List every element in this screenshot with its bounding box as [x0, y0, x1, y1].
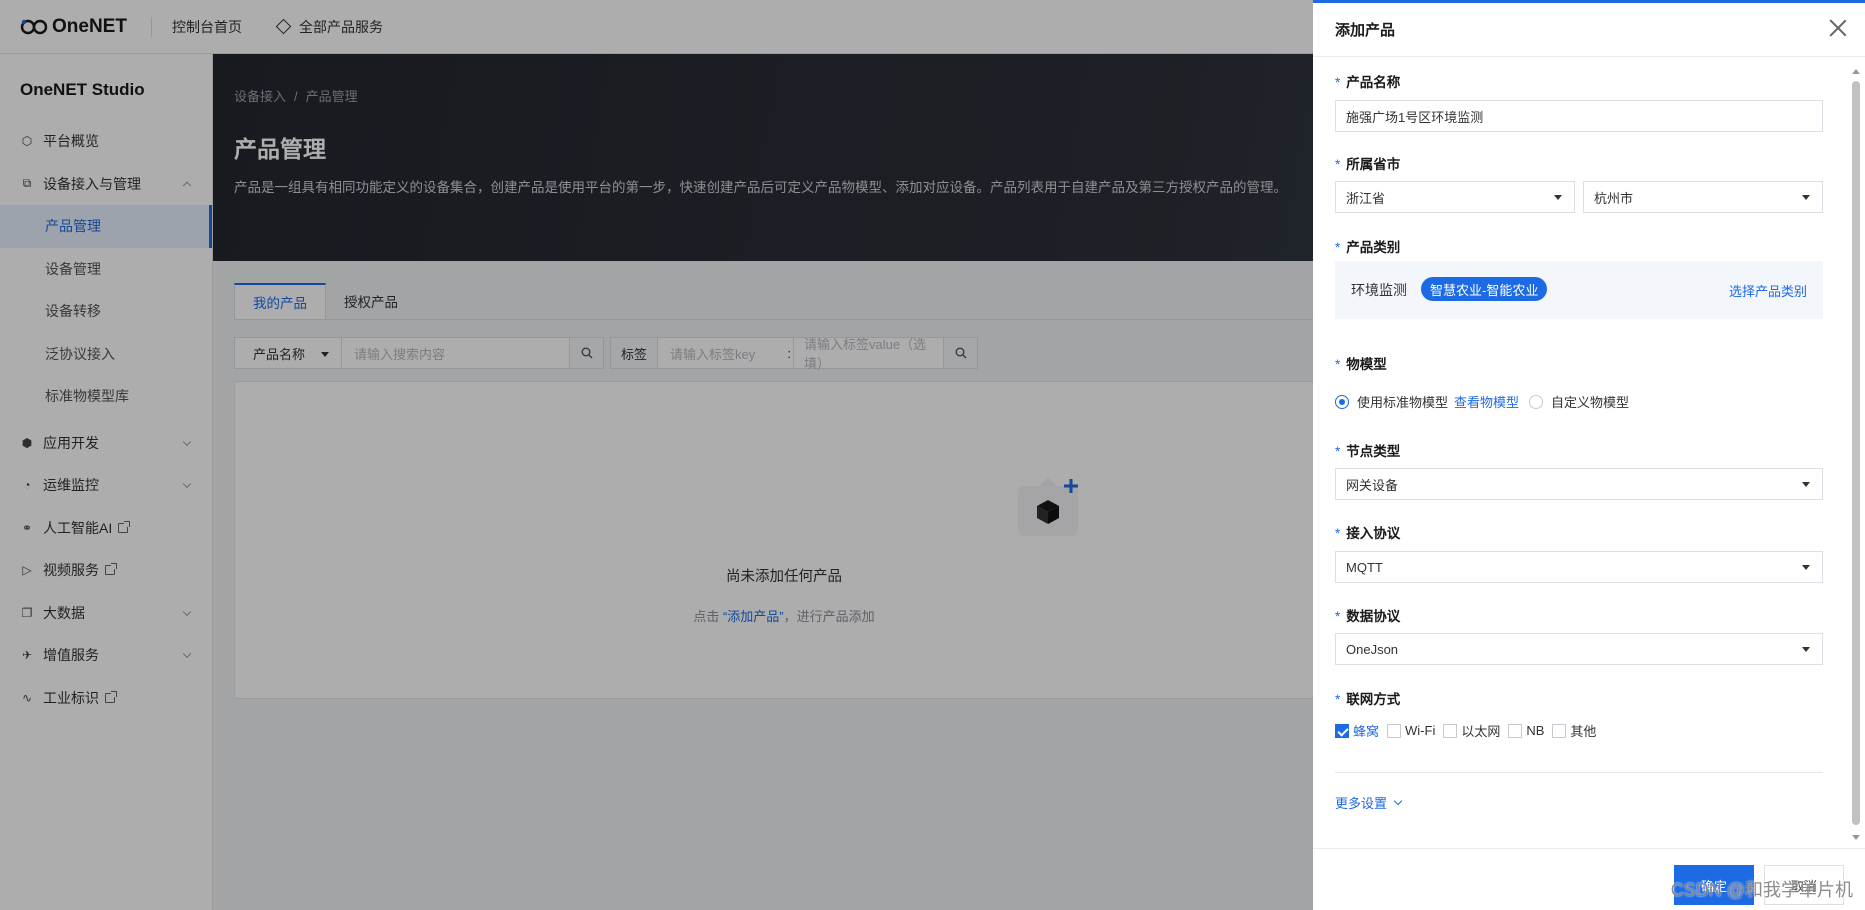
category-box: 环境监测 智慧农业-智能农业 选择产品类别 [1335, 261, 1823, 319]
data-protocol-select[interactable]: OneJson [1335, 633, 1823, 665]
region-label: * 所属省市 [1335, 157, 1401, 172]
province-select-value: 浙江省 [1346, 190, 1386, 206]
product-name-input[interactable]: 施强广场1号区环境监测 [1335, 100, 1823, 132]
city-select-value: 杭州市 [1594, 190, 1634, 206]
select-category-link[interactable]: 选择产品类别 [1729, 281, 1807, 300]
model-label: * 物模型 [1335, 357, 1387, 372]
chevron-down-icon [1393, 796, 1403, 806]
node-type-label: * 节点类型 [1335, 444, 1401, 459]
drawer-form: * 产品名称 施强广场1号区环境监测 * 所属省市 浙江省 杭州市 * 产品类别 环境… [1313, 60, 1865, 848]
province-select[interactable]: 浙江省 [1335, 181, 1575, 213]
scroll-up-icon[interactable] [1852, 69, 1860, 74]
checkbox[interactable] [1508, 723, 1523, 738]
drawer-header: 添加产品 [1313, 3, 1865, 57]
network-checkbox-group: 蜂窝 Wi-Fi 以太网 NB 其他 [1335, 721, 1604, 740]
radio-custom-model[interactable] [1529, 394, 1544, 409]
custom-model-label[interactable]: 自定义物模型 [1551, 392, 1629, 411]
checkbox[interactable] [1387, 723, 1402, 738]
category-label: * 产品类别 [1335, 240, 1401, 255]
watermark: CSDN @和我学单片机 [1670, 880, 1853, 900]
scroll-down-icon[interactable] [1852, 835, 1860, 840]
data-protocol-label: * 数据协议 [1335, 609, 1401, 624]
caret-down-icon [1802, 482, 1810, 487]
standard-model-label[interactable]: 使用标准物模型 [1357, 392, 1448, 411]
caret-down-icon [1802, 565, 1810, 570]
checkbox[interactable] [1335, 723, 1349, 738]
form-divider [1335, 772, 1823, 773]
category-text: 环境监测 [1351, 282, 1407, 298]
network-option-other[interactable]: 其他 [1552, 721, 1596, 740]
data-protocol-value: OneJson [1346, 641, 1399, 657]
network-option-cellular[interactable]: 蜂窝 [1335, 721, 1379, 740]
caret-down-icon [1554, 195, 1562, 200]
more-settings-toggle[interactable]: 更多设置 [1335, 793, 1403, 812]
add-product-drawer: 添加产品 * 产品名称 施强广场1号区环境监测 * 所属省市 浙江省 杭州市 * 产品… [1313, 0, 1865, 910]
city-select[interactable]: 杭州市 [1583, 181, 1823, 213]
drawer-title: 添加产品 [1335, 22, 1396, 39]
node-type-value: 网关设备 [1346, 477, 1399, 493]
protocol-label: * 接入协议 [1335, 526, 1401, 541]
protocol-value: MQTT [1346, 559, 1383, 575]
product-name-label: * 产品名称 [1335, 75, 1401, 90]
caret-down-icon [1802, 195, 1810, 200]
radio-standard-model[interactable] [1335, 394, 1349, 409]
node-type-select[interactable]: 网关设备 [1335, 468, 1823, 500]
model-radio-group: 使用标准物模型 查看物模型 自定义物模型 [1335, 392, 1629, 411]
caret-down-icon [1802, 647, 1810, 652]
more-settings-label: 更多设置 [1335, 796, 1388, 811]
protocol-select[interactable]: MQTT [1335, 551, 1823, 583]
close-icon[interactable] [1829, 19, 1847, 37]
checkbox[interactable] [1443, 723, 1458, 738]
category-badge: 智慧农业-智能农业 [1421, 277, 1548, 301]
network-option-wifi[interactable]: Wi-Fi [1387, 723, 1435, 738]
checkbox[interactable] [1552, 723, 1567, 738]
scrollbar-thumb[interactable] [1852, 81, 1860, 825]
network-option-nb[interactable]: NB [1508, 723, 1544, 738]
network-option-ethernet[interactable]: 以太网 [1443, 721, 1500, 740]
view-model-link[interactable]: 查看物模型 [1454, 392, 1519, 411]
network-label: * 联网方式 [1335, 692, 1401, 707]
